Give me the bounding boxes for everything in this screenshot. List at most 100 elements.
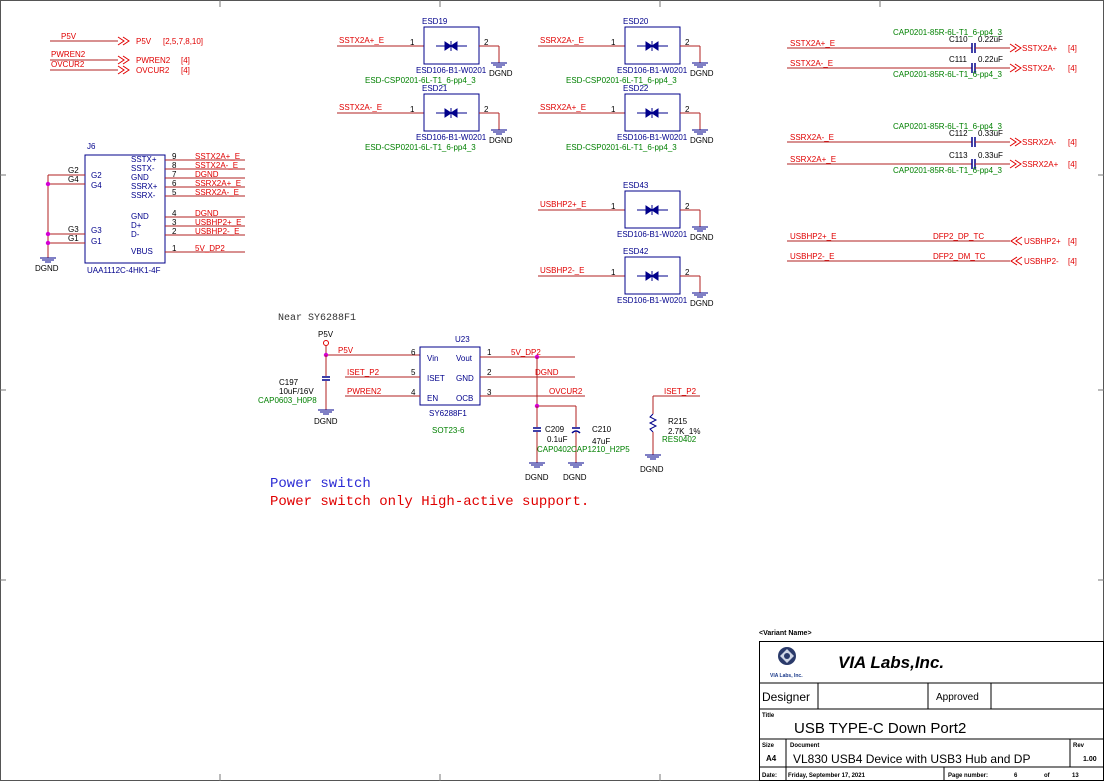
note-high-active: Power switch only High-active support. [270,494,589,510]
cap-value: 0.22uF [978,55,1003,64]
pin-number: 2 [172,227,177,236]
esd-part: ESD106-B1-W0201 [617,230,688,239]
pin-number: 2 [685,202,690,211]
company-logo-text: VIA Labs, Inc. [770,673,803,679]
net-label: SSRX2A-_E [195,188,239,197]
cap-value: 10uF/16V [279,387,314,396]
port-label: SSRX2A+ [1022,160,1059,169]
company-name: VIA Labs,Inc. [838,653,944,672]
esd-part: ESD106-B1-W0201 [416,66,487,75]
pin-number: 8 [172,161,177,170]
document-label: Document [790,743,819,749]
net-label: USBHP2+_E [790,232,836,241]
esd-footprint: ESD-CSP0201-6L-T1_6-pp4_3 [566,76,677,85]
pin-number: 1 [611,202,616,211]
port-p5v-net: P5V [61,32,77,41]
esd-footprint: ESD-CSP0201-6L-T1_6-pp4_3 [365,76,476,85]
cap-ref: C111 [949,55,967,64]
net-label: DGND [195,209,219,218]
port-pwren2-label: PWREN2 [136,56,171,65]
net-label: ISET_P2 [664,387,697,396]
cap-footprint: CAP0201-85R-6L-T1_6-pp4_3 [893,122,1003,131]
variant-name: <Variant Name> [759,630,812,637]
port-ovcur2-label: OVCUR2 [136,66,170,75]
net-label: OVCUR2 [549,387,583,396]
net-label: ISET_P2 [347,368,380,377]
net-label: SSTX2A+_E [790,39,835,48]
port-refs: [4] [1068,257,1077,266]
net-label: SSRX2A+_E [195,179,241,188]
pin-number: 1 [611,105,616,114]
sheet-title: USB TYPE-C Down Port2 [794,720,966,737]
pin-name: OCB [456,394,473,403]
net-label: DFP2_DM_TC [933,252,986,261]
esd-ref: ESD43 [623,181,649,190]
junction-dot [45,240,51,246]
net-label: USBHP2-_E [195,227,239,236]
pin-name: D- [131,230,140,239]
net-label: SSTX2A-_E [790,59,833,68]
pin-number: 1 [611,268,616,277]
net-label: SSTX2A-_E [339,103,382,112]
resistor-ref: R215 [668,417,688,426]
pin-name: GND [131,173,149,182]
esd-part: ESD106-B1-W0201 [617,133,688,142]
pin-number: 1 [410,105,415,114]
pin-name: D+ [131,221,142,230]
port-label: USBHP2- [1024,257,1059,266]
pin-name: G2 [91,171,102,180]
ground-label: DGND [690,69,714,78]
net-label: PWREN2 [347,387,382,396]
esd-footprint: ESD-CSP0201-6L-T1_6-pp4_3 [365,143,476,152]
net-label: USBHP2+_E [540,200,586,209]
port-label: SSTX2A- [1022,64,1056,73]
pin-number: 2 [685,268,690,277]
ground-label: DGND [314,417,338,426]
ground-label: DGND [690,136,714,145]
connector-ref: J6 [87,142,96,151]
ground-label: DGND [35,264,59,273]
size-label: Size [762,743,775,749]
net-label: SSTX2A-_E [195,161,238,170]
pin-number: G3 [68,225,79,234]
pin-name: Vout [456,354,473,363]
pin-number: 1 [487,348,492,357]
page-total: 13 [1072,773,1079,779]
esd-ref: ESD21 [422,84,448,93]
pin-number: 2 [685,38,690,47]
pin-name: ISET [427,374,445,383]
cap-ref: C197 [279,378,299,387]
pin-name: VBUS [131,247,153,256]
pin-number: 2 [484,38,489,47]
company-logo-icon [778,647,796,665]
pin-name: SSRX+ [131,182,158,191]
ic-part: SY6288F1 [429,409,467,418]
esd-ref: ESD20 [623,17,649,26]
net-label: SSRX2A-_E [790,133,834,142]
net-label: SSRX2A+_E [790,155,836,164]
net-label: SSRX2A-_E [540,36,584,45]
net-label: SSTX2A+_E [339,36,384,45]
port-ovcur2-refs: [4] [181,66,190,75]
net-label: DGND [195,170,219,179]
net-label: SSRX2A+_E [540,103,586,112]
esd-footprint: ESD-CSP0201-6L-T1_6-pp4_3 [566,143,677,152]
net-label: 5V_DP2 [195,244,225,253]
esd-part: ESD106-B1-W0201 [617,296,688,305]
net-label: P5V [338,346,354,355]
port-refs: [4] [1068,44,1077,53]
ground-label: DGND [489,136,513,145]
port-label: SSRX2A- [1022,138,1057,147]
esd-ref: ESD22 [623,84,649,93]
esd-ref: ESD19 [422,17,448,26]
pin-number: 5 [172,188,177,197]
cap-ref: C210 [592,425,612,434]
pin-number: 1 [611,38,616,47]
net-label: USBHP2-_E [790,252,834,261]
pin-number: 6 [411,348,416,357]
port-refs: [4] [1068,160,1077,169]
cap-footprint: CAP0402 [537,445,572,454]
port-pwren2-net: PWREN2 [51,50,86,59]
cap-ref: C209 [545,425,565,434]
pin-name: SSRX- [131,191,156,200]
